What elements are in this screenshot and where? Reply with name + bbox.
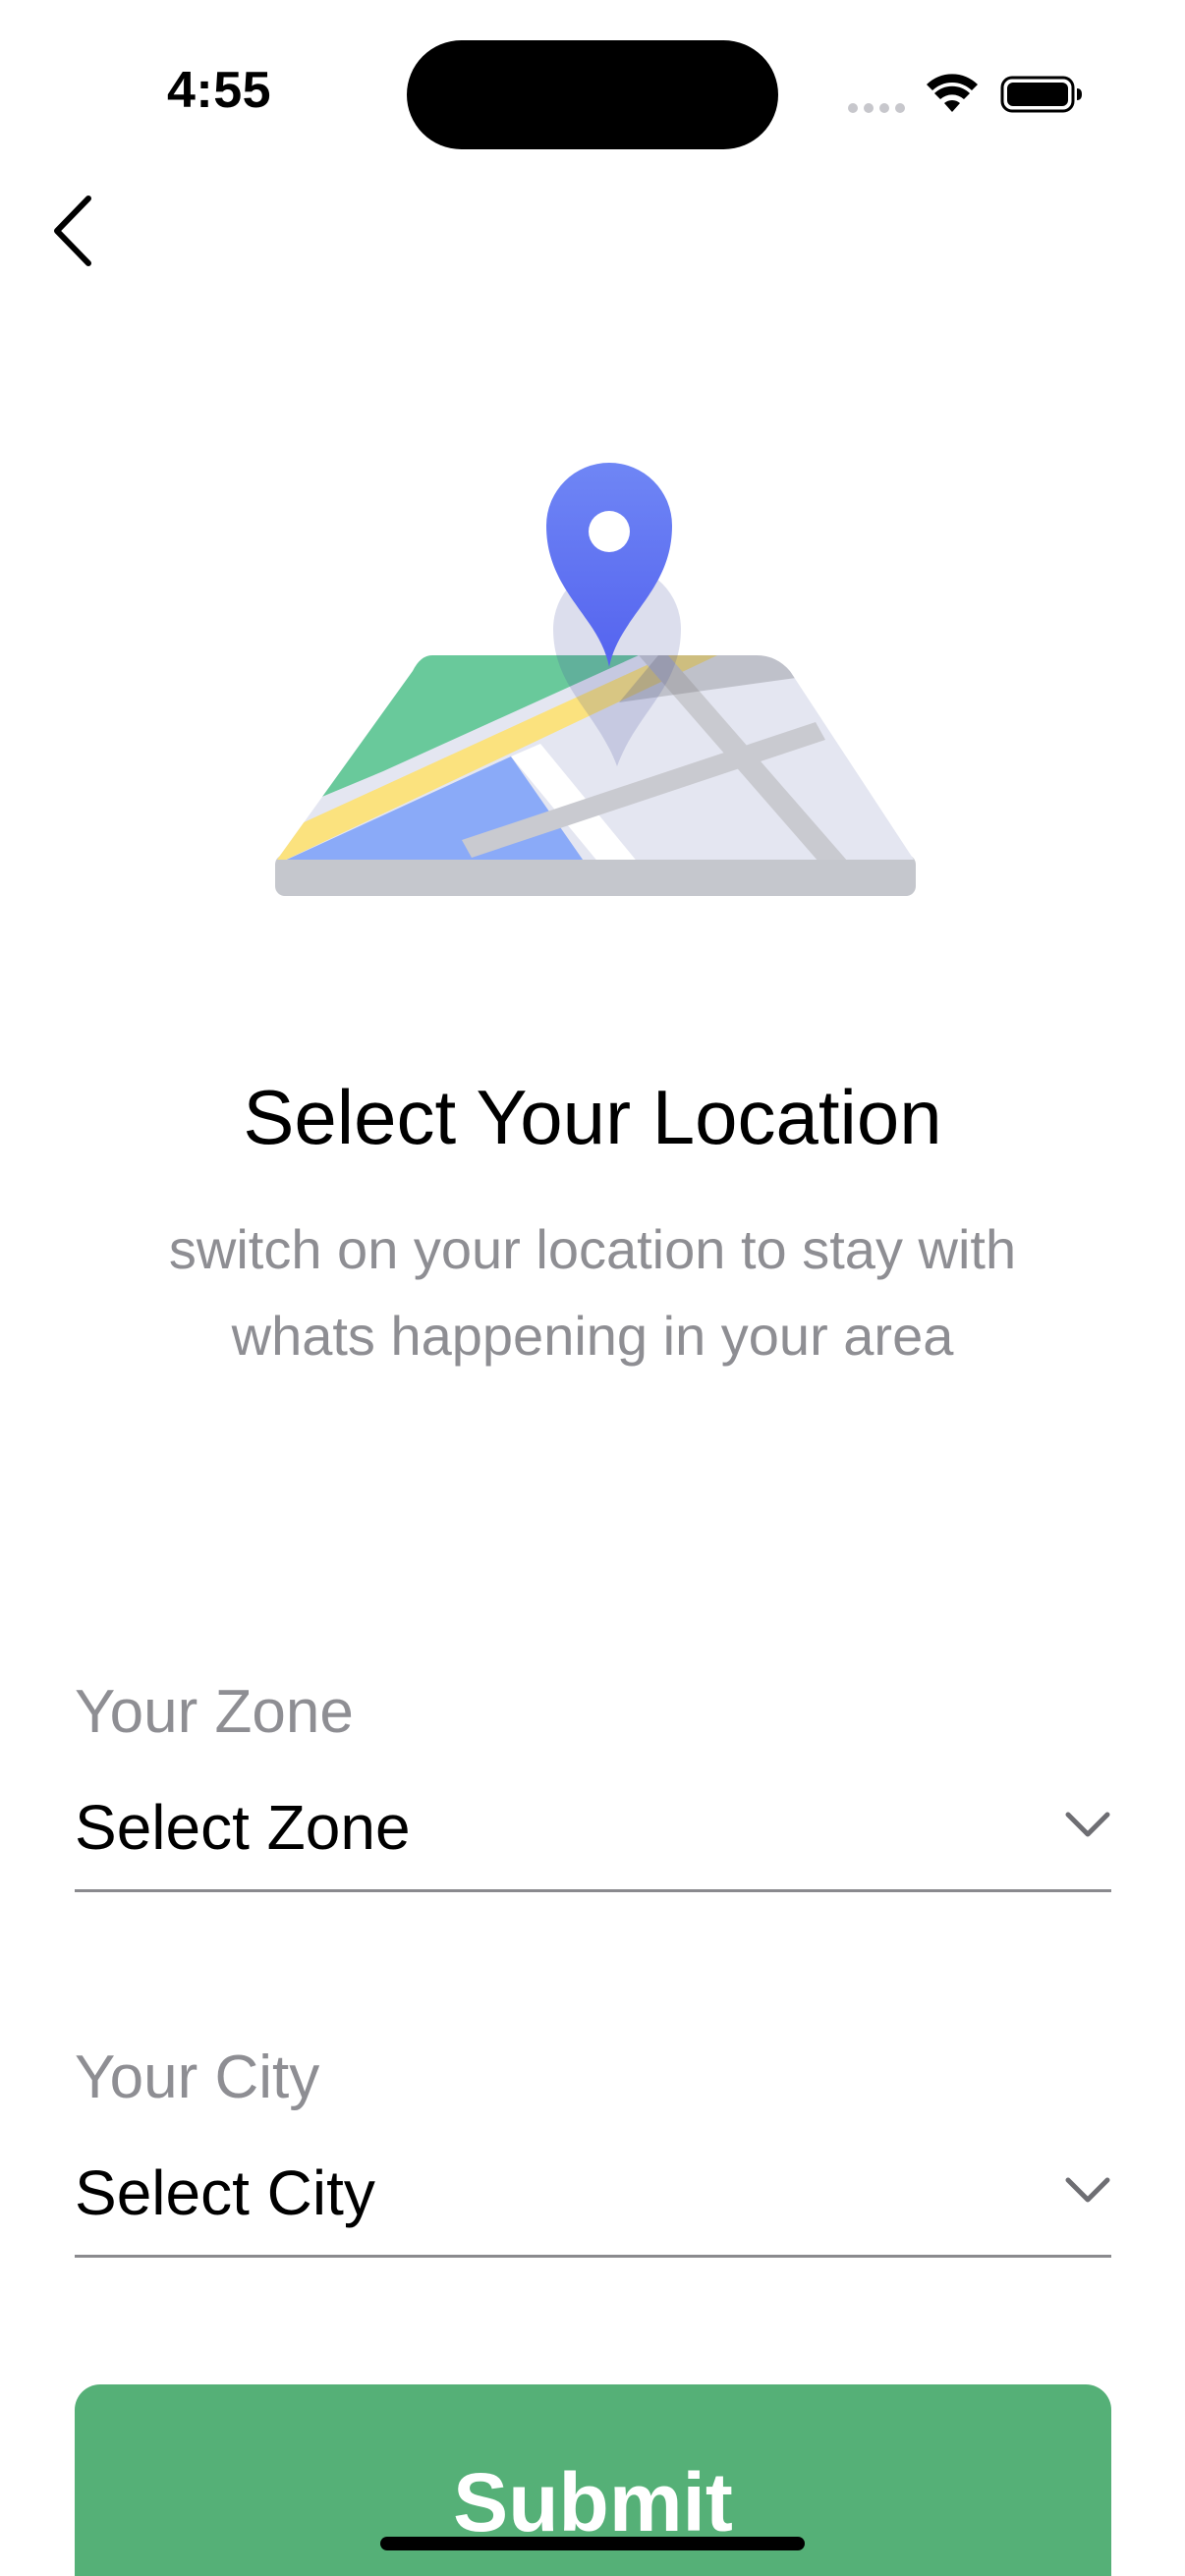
page-subtitle: switch on your location to stay with wha… [108, 1206, 1077, 1379]
map-location-pin-icon [275, 463, 916, 896]
wifi-icon [927, 74, 978, 112]
zone-dropdown[interactable]: Select Zone [75, 1781, 1111, 1892]
chevron-left-icon [54, 196, 91, 266]
city-label: Your City [75, 2044, 320, 2111]
zone-value: Select Zone [75, 1792, 411, 1863]
home-indicator[interactable] [380, 2537, 805, 2550]
battery-icon [1000, 76, 1082, 113]
back-button[interactable] [37, 187, 106, 275]
chevron-down-icon [1065, 1812, 1110, 1837]
chevron-down-icon [1065, 2177, 1110, 2203]
page-title: Select Your Location [243, 1074, 942, 1160]
dynamic-island [407, 40, 778, 149]
city-dropdown[interactable]: Select City [75, 2147, 1111, 2258]
zone-field: Your Zone Select Zone [75, 1675, 1111, 1892]
subtitle-line-2: whats happening in your area [231, 1305, 954, 1367]
city-field: Your City Select City [75, 2041, 1111, 2258]
status-time: 4:55 [166, 62, 272, 119]
cellular-signal-icon [848, 103, 905, 113]
location-screen: 4:55 Select Your Location switch on your… [0, 0, 1185, 2576]
city-value: Select City [75, 2157, 375, 2228]
subtitle-line-1: switch on your location to stay with [168, 1218, 1017, 1280]
zone-label: Your Zone [75, 1678, 354, 1746]
